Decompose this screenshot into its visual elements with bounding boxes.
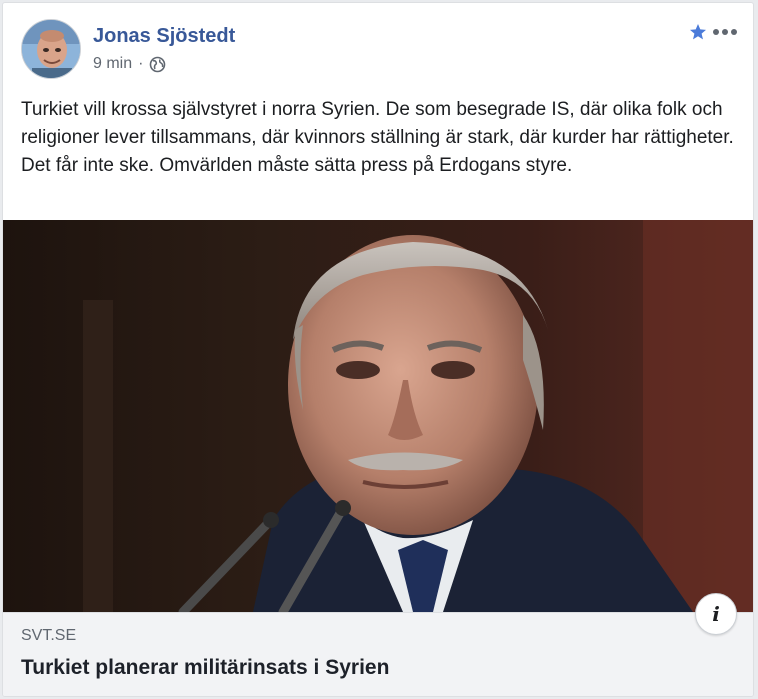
more-options-icon[interactable] — [711, 27, 739, 37]
post-top-actions — [689, 23, 739, 41]
author-name[interactable]: Jonas Sjöstedt — [93, 25, 235, 48]
post-card: Jonas Sjöstedt 9 min · Turkiet vill kros… — [2, 2, 754, 697]
link-preview-caption[interactable]: i SVT.SE Turkiet planerar militärinsats … — [3, 593, 753, 696]
post-text-paragraph: Turkiet vill krossa självstyret i norra … — [21, 99, 734, 148]
author-avatar[interactable] — [21, 19, 81, 79]
post-meta: 9 min · — [93, 55, 166, 73]
link-domain: SVT.SE — [21, 627, 77, 644]
star-icon[interactable] — [689, 23, 707, 41]
globe-icon[interactable] — [149, 56, 166, 73]
post-header: Jonas Sjöstedt 9 min · — [3, 3, 753, 91]
meta-separator: · — [138, 55, 144, 72]
link-preview-image[interactable] — [3, 220, 753, 612]
link-title[interactable]: Turkiet planerar militärinsats i Syrien — [21, 656, 389, 680]
post-text-paragraph: Det får inte ske. Omvärlden måste sätta … — [21, 155, 573, 176]
info-icon[interactable]: i — [695, 593, 737, 635]
post-text: Turkiet vill krossa självstyret i norra … — [21, 96, 741, 180]
post-timestamp[interactable]: 9 min — [93, 55, 132, 73]
